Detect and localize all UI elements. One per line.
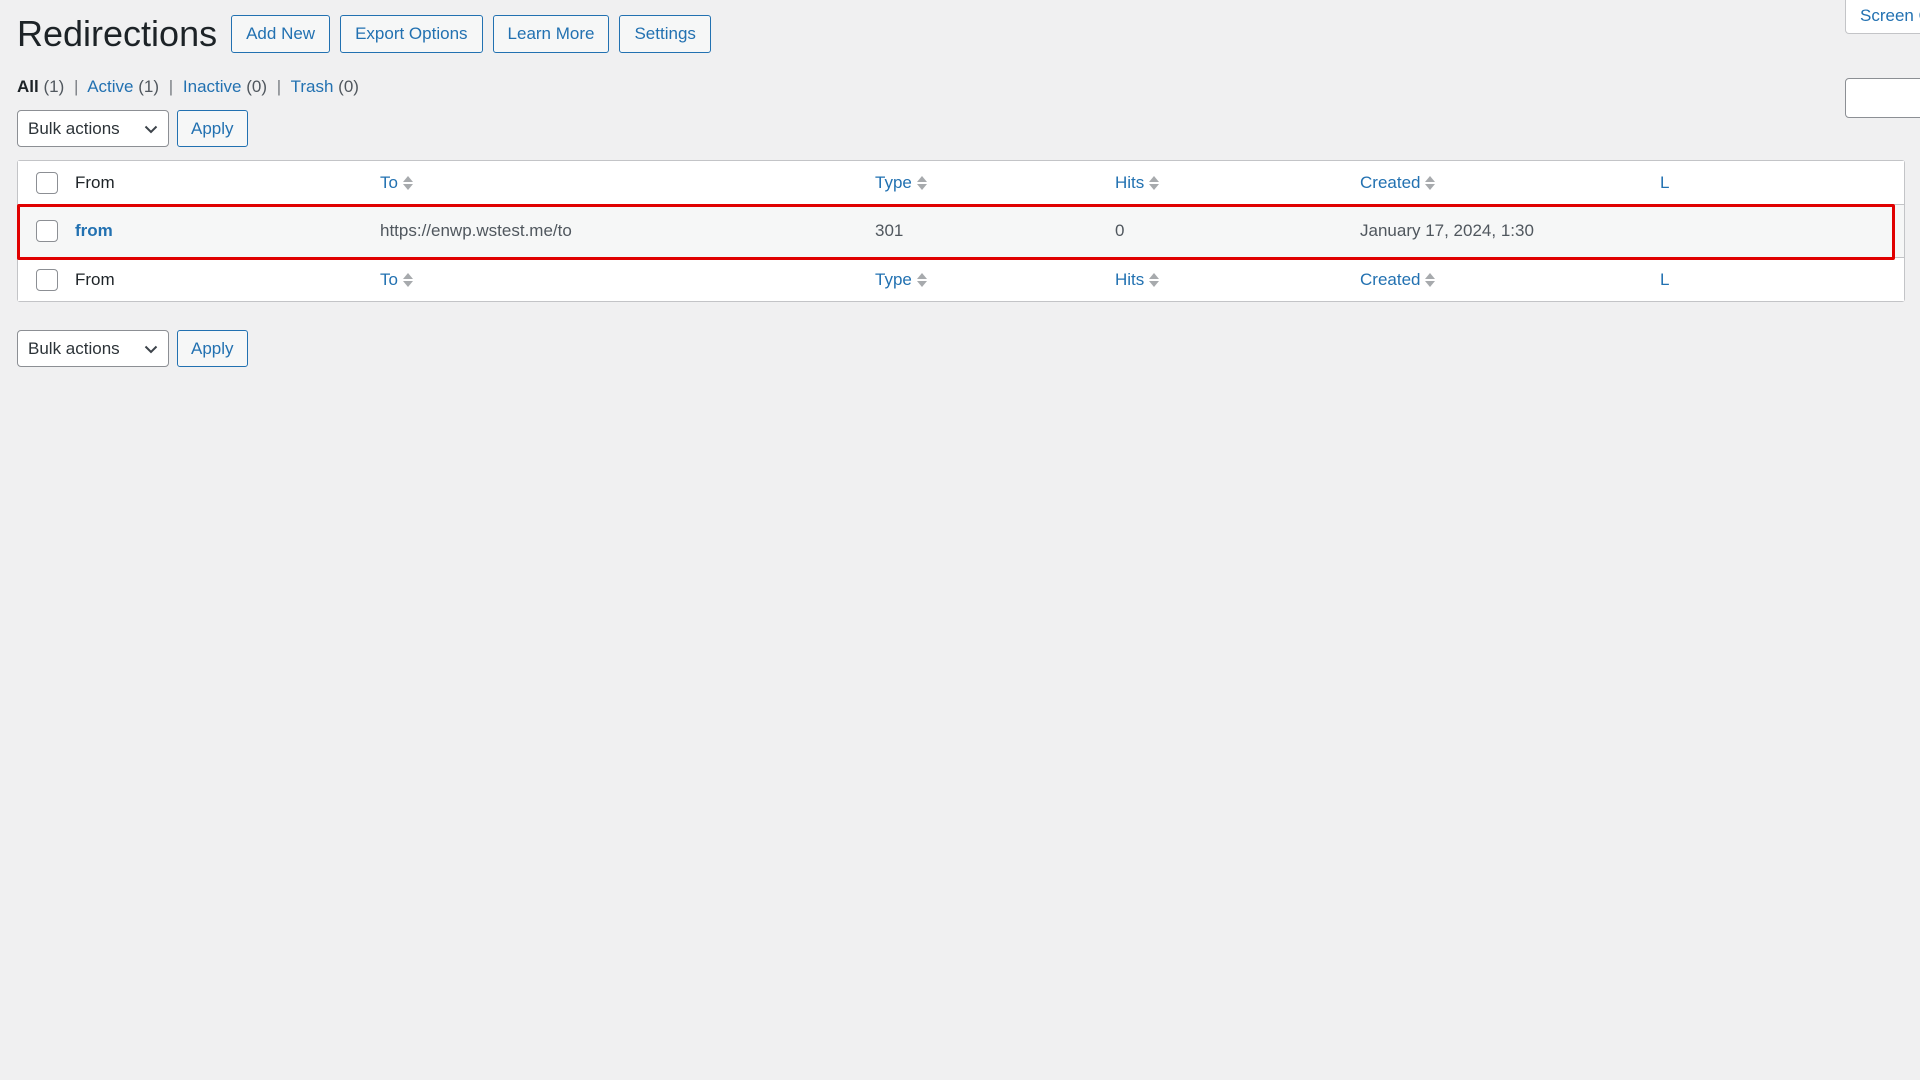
footer-column-last-access-label: L — [1660, 269, 1670, 289]
sort-arrows-icon — [402, 272, 413, 287]
column-header-to-sort[interactable]: To — [380, 173, 413, 193]
cell-to: https://enwp.wstest.me/to — [380, 221, 875, 241]
filter-separator-2: | — [168, 77, 174, 96]
page-title: Redirections — [17, 13, 218, 54]
column-header-to-label: To — [380, 172, 398, 192]
export-options-button[interactable]: Export Options — [340, 14, 483, 53]
column-header-hits-sort[interactable]: Hits — [1115, 172, 1160, 193]
select-all-checkbox-top[interactable] — [35, 171, 58, 194]
bulk-actions-value-top: Bulk actions — [28, 119, 120, 138]
cell-created: January 17, 2024, 1:30 — [1360, 221, 1660, 241]
footer-column-to: To — [380, 270, 875, 290]
column-header-from-label: From — [75, 172, 115, 192]
sort-arrows-icon — [1425, 175, 1436, 190]
bulk-actions-select-top[interactable]: Bulk actions — [17, 110, 169, 147]
redirections-admin-page: Screen Options Redirections Add New Expo… — [0, 0, 1920, 1080]
cell-type: 301 — [875, 221, 1115, 241]
search-input[interactable] — [1845, 78, 1920, 118]
tablenav-top: Bulk actions Apply — [17, 110, 248, 147]
sort-arrows-icon — [1149, 272, 1160, 287]
chevron-down-icon — [143, 341, 159, 357]
filter-link-inactive[interactable]: Inactive — [183, 77, 242, 96]
bulk-actions-value-bottom: Bulk actions — [28, 339, 120, 358]
footer-column-type: Type — [875, 270, 1115, 290]
cell-from: from — [75, 221, 380, 241]
column-header-last-access-label: L — [1660, 172, 1670, 192]
footer-column-last-access-sort[interactable]: L — [1660, 270, 1669, 290]
column-header-last-access: L — [1660, 173, 1904, 193]
footer-column-type-label: Type — [875, 269, 912, 289]
redirect-created-value: January 17, 2024, 1:30 — [1360, 221, 1534, 240]
select-all-cell-bottom — [18, 268, 75, 291]
column-header-to: To — [380, 173, 875, 193]
column-header-from: From — [75, 173, 380, 193]
footer-column-from-label: From — [75, 269, 115, 289]
footer-column-last-access: L — [1660, 270, 1904, 290]
row-select-cell — [18, 220, 75, 242]
column-header-created-label: Created — [1360, 172, 1421, 192]
add-new-button[interactable]: Add New — [231, 14, 331, 53]
redirect-hits-value: 0 — [1115, 221, 1125, 240]
chevron-down-icon — [143, 121, 159, 137]
footer-column-hits-label: Hits — [1115, 269, 1145, 289]
select-all-cell-top — [18, 171, 75, 194]
footer-column-created: Created — [1360, 270, 1660, 290]
table-footer-row: From To Type Hits Created L — [18, 257, 1904, 301]
column-header-hits: Hits — [1115, 173, 1360, 193]
status-filter-links: All (1) | Active (1) | Inactive (0) | Tr… — [17, 75, 359, 99]
tablenav-bottom: Bulk actions Apply — [17, 330, 248, 367]
filter-count-inactive: (0) — [246, 77, 268, 96]
filter-link-active[interactable]: Active — [87, 77, 133, 96]
screen-options-button[interactable]: Screen Options — [1845, 0, 1920, 34]
filter-count-trash: (0) — [338, 77, 359, 96]
sort-arrows-icon — [402, 175, 413, 190]
table-header-row: From To Type Hits Created L — [18, 161, 1904, 205]
footer-column-hits-sort[interactable]: Hits — [1115, 269, 1160, 290]
filter-link-trash[interactable]: Trash — [291, 77, 334, 96]
footer-column-from: From — [75, 270, 380, 290]
apply-button-bottom[interactable]: Apply — [177, 330, 248, 367]
column-header-last-access-sort[interactable]: L — [1660, 173, 1669, 193]
filter-count-all: (1) — [43, 77, 65, 96]
column-header-type-label: Type — [875, 172, 912, 192]
page-header: Redirections Add New Export Options Lear… — [17, 12, 721, 55]
row-checkbox[interactable] — [35, 220, 58, 242]
footer-column-created-sort[interactable]: Created — [1360, 269, 1436, 290]
redirections-table: From To Type Hits Created L from https:/… — [17, 160, 1905, 302]
filter-separator-3: | — [276, 77, 282, 96]
table-row[interactable]: from https://enwp.wstest.me/to 301 0 Jan… — [18, 205, 1904, 257]
redirect-to-value: https://enwp.wstest.me/to — [380, 221, 572, 240]
column-header-created: Created — [1360, 173, 1660, 193]
redirect-from-link[interactable]: from — [75, 221, 113, 240]
filter-count-active: (1) — [138, 77, 160, 96]
filter-link-all[interactable]: All — [17, 77, 39, 96]
column-header-type: Type — [875, 173, 1115, 193]
sort-arrows-icon — [1425, 272, 1436, 287]
select-all-checkbox-bottom[interactable] — [35, 268, 58, 291]
column-header-hits-label: Hits — [1115, 172, 1145, 192]
filter-separator-1: | — [73, 77, 79, 96]
redirect-type-value: 301 — [875, 221, 904, 240]
column-header-type-sort[interactable]: Type — [875, 173, 927, 193]
footer-column-hits: Hits — [1115, 270, 1360, 290]
settings-button[interactable]: Settings — [619, 14, 711, 53]
sort-arrows-icon — [916, 272, 927, 287]
footer-column-created-label: Created — [1360, 269, 1421, 289]
footer-column-to-sort[interactable]: To — [380, 270, 413, 290]
footer-column-type-sort[interactable]: Type — [875, 270, 927, 290]
footer-column-to-label: To — [380, 269, 398, 289]
bulk-actions-select-bottom[interactable]: Bulk actions — [17, 330, 169, 367]
cell-hits: 0 — [1115, 221, 1360, 241]
sort-arrows-icon — [1149, 175, 1160, 190]
sort-arrows-icon — [916, 175, 927, 190]
apply-button-top[interactable]: Apply — [177, 110, 248, 147]
learn-more-button[interactable]: Learn More — [492, 14, 610, 53]
column-header-created-sort[interactable]: Created — [1360, 172, 1436, 193]
